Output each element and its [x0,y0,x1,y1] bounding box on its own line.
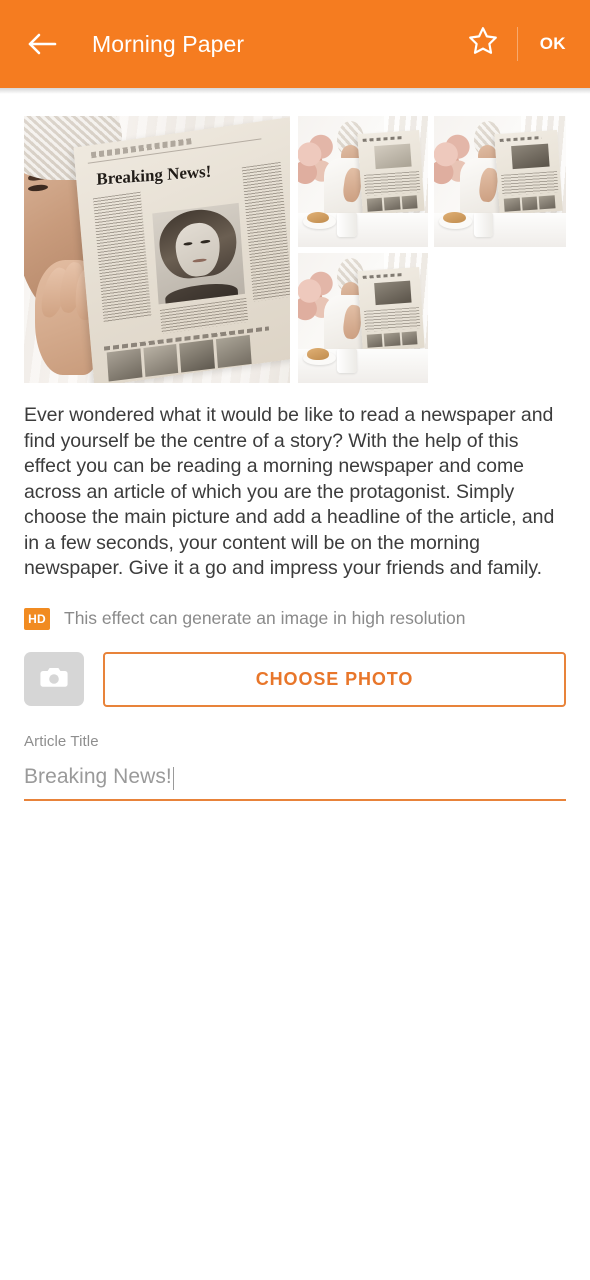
main-photo-scene: Breaking News! [24,116,290,383]
thumbnail-scene [298,116,428,247]
newspaper-headline-bar [362,272,405,279]
newspaper-portrait-photo [151,202,245,305]
text-caret [172,767,175,790]
hd-notice-text: This effect can generate an image in hig… [64,608,466,628]
thumbnail-scene [298,253,428,383]
photo-picker-row: CHOOSE PHOTO [24,651,566,707]
page-title: Morning Paper [92,30,245,57]
eye [27,183,48,192]
gallery-thumbnail-2[interactable] [434,116,566,247]
arrow-left-icon [27,31,57,57]
croissant [307,211,330,224]
newspaper [494,129,564,216]
newspaper-photo-strip [367,195,418,212]
coffee-cup [337,212,357,237]
newspaper-column [92,191,152,323]
camera-button[interactable] [24,652,84,706]
hd-badge: HD [24,607,50,630]
newspaper-columns [501,170,559,196]
newspaper-headline-bar [500,135,542,142]
camera-icon [39,664,69,695]
newspaper [357,129,426,216]
newspaper-photo [511,143,551,169]
star-outline-icon [466,25,500,63]
newspaper-column [241,162,290,302]
croissant [443,211,466,224]
coffee-cup [473,212,494,237]
back-button[interactable] [22,24,62,64]
newspaper-photo [374,280,413,306]
hd-notice-row: HD This effect can generate an image in … [24,607,566,630]
newspaper-photo [374,143,413,169]
newspaper-columns [364,306,421,332]
newspaper-headline: Breaking News! [95,161,211,189]
newspaper [357,266,426,352]
thumbnail-scene [434,116,566,247]
article-title-label: Article Title [24,732,99,750]
newspaper-headline-bar [362,135,405,142]
article-title-value: Breaking News! [24,764,172,788]
article-title-field: Article Title Breaking News! [24,733,566,801]
favorite-button[interactable] [459,20,507,68]
app-bar: Morning Paper OK [0,0,590,88]
preview-gallery: Breaking News! [0,94,590,386]
newspaper-photo-strip [504,194,556,212]
newspaper-column [159,297,248,334]
effect-description: Ever wondered what it would be like to r… [24,404,555,579]
app-bar-divider [516,27,518,61]
choose-photo-button[interactable]: CHOOSE PHOTO [103,651,566,707]
article-title-input[interactable]: Breaking News! [24,765,566,801]
newspaper: Breaking News! [72,117,290,383]
newspaper-columns [364,170,421,196]
coffee-cup [337,349,357,373]
gallery-thumbnail-3[interactable] [298,253,428,383]
ok-button[interactable]: OK [534,24,572,64]
gallery-thumbnail-1[interactable] [298,116,428,247]
croissant [307,347,330,360]
gallery-main-photo[interactable]: Breaking News! [24,116,290,383]
newspaper-photo-strip [367,331,418,348]
